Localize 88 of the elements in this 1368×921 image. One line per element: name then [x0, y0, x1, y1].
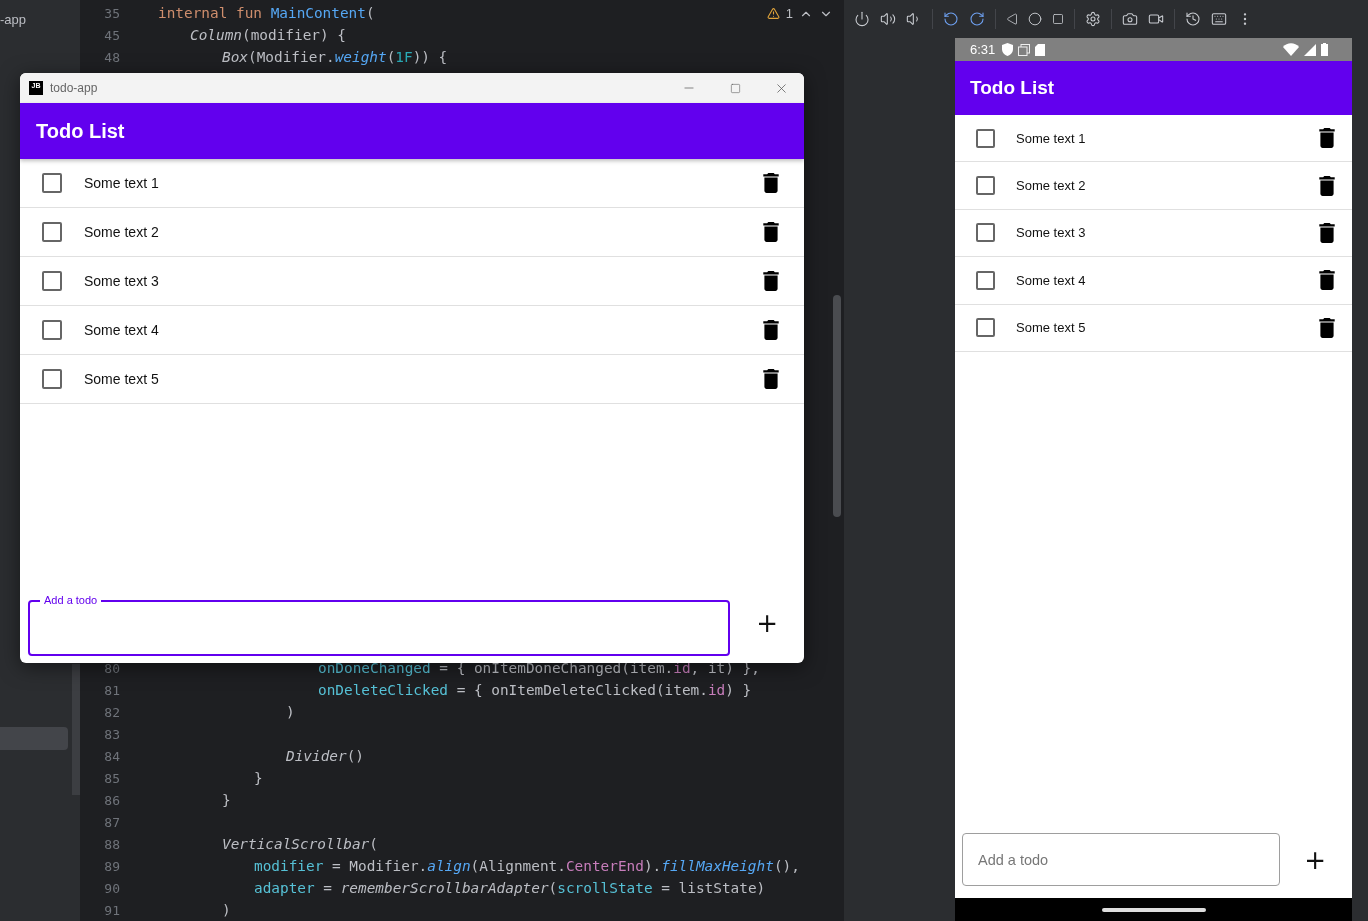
line-number: 90 — [103, 880, 120, 896]
todo-text: Some text 5 — [84, 371, 160, 387]
trash-icon[interactable] — [1316, 221, 1338, 244]
battery-icon — [1321, 43, 1328, 56]
history-icon[interactable] — [1185, 11, 1201, 27]
shield-icon — [1002, 43, 1014, 56]
wifi-icon — [1283, 43, 1299, 56]
checkbox[interactable] — [42, 271, 62, 291]
signal-icon — [1304, 43, 1316, 56]
trash-icon[interactable] — [1316, 269, 1338, 292]
line-number: 85 — [103, 770, 120, 786]
line-number: 84 — [103, 748, 120, 764]
todo-text: Some text 3 — [1016, 225, 1087, 241]
todo-text: Some text 5 — [1016, 320, 1087, 336]
code-line: Column(modifier) { — [190, 27, 346, 43]
power-icon[interactable] — [854, 11, 870, 27]
code-line: } — [222, 792, 231, 808]
trash-icon[interactable] — [760, 368, 782, 390]
line-number: 35 — [103, 5, 120, 21]
todo-text: Some text 3 — [84, 273, 160, 289]
warning-icon[interactable] — [766, 7, 780, 20]
code-line: adapter = rememberScrollbarAdapter(scrollState = listState) — [254, 880, 766, 896]
code-line: Divider() — [286, 748, 364, 764]
line-number: 88 — [103, 836, 120, 852]
checkbox[interactable] — [976, 318, 995, 338]
checkbox[interactable] — [42, 173, 62, 193]
line-number: 86 — [103, 792, 120, 808]
line-number: 80 — [103, 660, 120, 676]
checkbox[interactable] — [42, 320, 62, 340]
add-button[interactable]: + — [752, 610, 782, 636]
todo-text: Some text 4 — [1016, 272, 1087, 288]
rotate-left-icon[interactable] — [943, 11, 959, 27]
home-handle[interactable] — [1101, 907, 1206, 912]
copy-icon — [1018, 43, 1031, 56]
trash-icon[interactable] — [1316, 127, 1338, 150]
code-line: onDeleteClicked = { onItemDeleteClicked(item.id) } — [318, 682, 752, 698]
line-number: 83 — [103, 726, 120, 742]
line-number: 87 — [103, 814, 120, 830]
overview-icon[interactable] — [1052, 13, 1064, 25]
code-line: ) — [286, 704, 295, 720]
code-line: } — [254, 770, 263, 786]
checkbox[interactable] — [42, 222, 62, 242]
add-button[interactable]: + — [1300, 846, 1330, 873]
code-line: Box(Modifier.weight(1F)) { — [222, 49, 448, 65]
trash-icon[interactable] — [760, 172, 782, 194]
back-icon[interactable] — [1006, 13, 1018, 25]
line-number: 45 — [103, 27, 120, 43]
trash-icon[interactable] — [760, 319, 782, 341]
warning-count: 1 — [785, 6, 793, 21]
sd-card-icon — [1035, 43, 1046, 56]
todo-text: Some text 2 — [1016, 178, 1087, 194]
todo-text: Some text 2 — [84, 224, 160, 240]
window-title: todo-app — [50, 81, 99, 95]
app-title: Todo List — [36, 119, 125, 143]
code-line: modifier = Modifier.align(Alignment.CenterEnd).fillMaxHeight(), — [254, 858, 800, 874]
checkbox[interactable] — [976, 128, 995, 148]
trash-icon[interactable] — [1316, 316, 1338, 339]
trash-icon[interactable] — [760, 221, 782, 243]
line-number: 89 — [103, 858, 120, 874]
checkbox[interactable] — [42, 369, 62, 389]
project-label[interactable]: -app — [0, 12, 27, 27]
rotate-right-icon[interactable] — [969, 11, 985, 27]
line-number: 82 — [103, 704, 120, 720]
home-icon[interactable] — [1028, 12, 1042, 26]
todo-text: Some text 1 — [84, 175, 160, 191]
video-icon[interactable] — [1148, 11, 1164, 27]
phone-settings-icon[interactable] — [1085, 11, 1101, 27]
code-line: internal fun MainContent( — [158, 5, 375, 21]
code-line: VerticalScrollbar( — [222, 836, 378, 852]
line-number: 81 — [103, 682, 120, 698]
line-number: 48 — [103, 49, 120, 65]
scrollbar[interactable] — [833, 295, 841, 517]
checkbox[interactable] — [976, 223, 995, 243]
todo-text: Some text 1 — [1016, 130, 1087, 146]
todo-text: Some text 4 — [84, 322, 160, 338]
app-title: Todo List — [970, 77, 1055, 99]
todo-input-field[interactable]: Add a todo — [962, 833, 1281, 886]
checkbox[interactable] — [976, 270, 995, 290]
keyboard-icon[interactable] — [1211, 11, 1227, 27]
trash-icon[interactable] — [1316, 174, 1338, 197]
volume-up-icon[interactable] — [880, 11, 896, 27]
status-time: 6:31 — [970, 42, 996, 57]
code-line: ) — [222, 902, 231, 918]
camera-icon[interactable] — [1122, 11, 1138, 27]
scrollbar[interactable] — [72, 664, 80, 795]
trash-icon[interactable] — [760, 270, 782, 292]
checkbox[interactable] — [976, 176, 995, 196]
line-number: 91 — [103, 902, 120, 918]
